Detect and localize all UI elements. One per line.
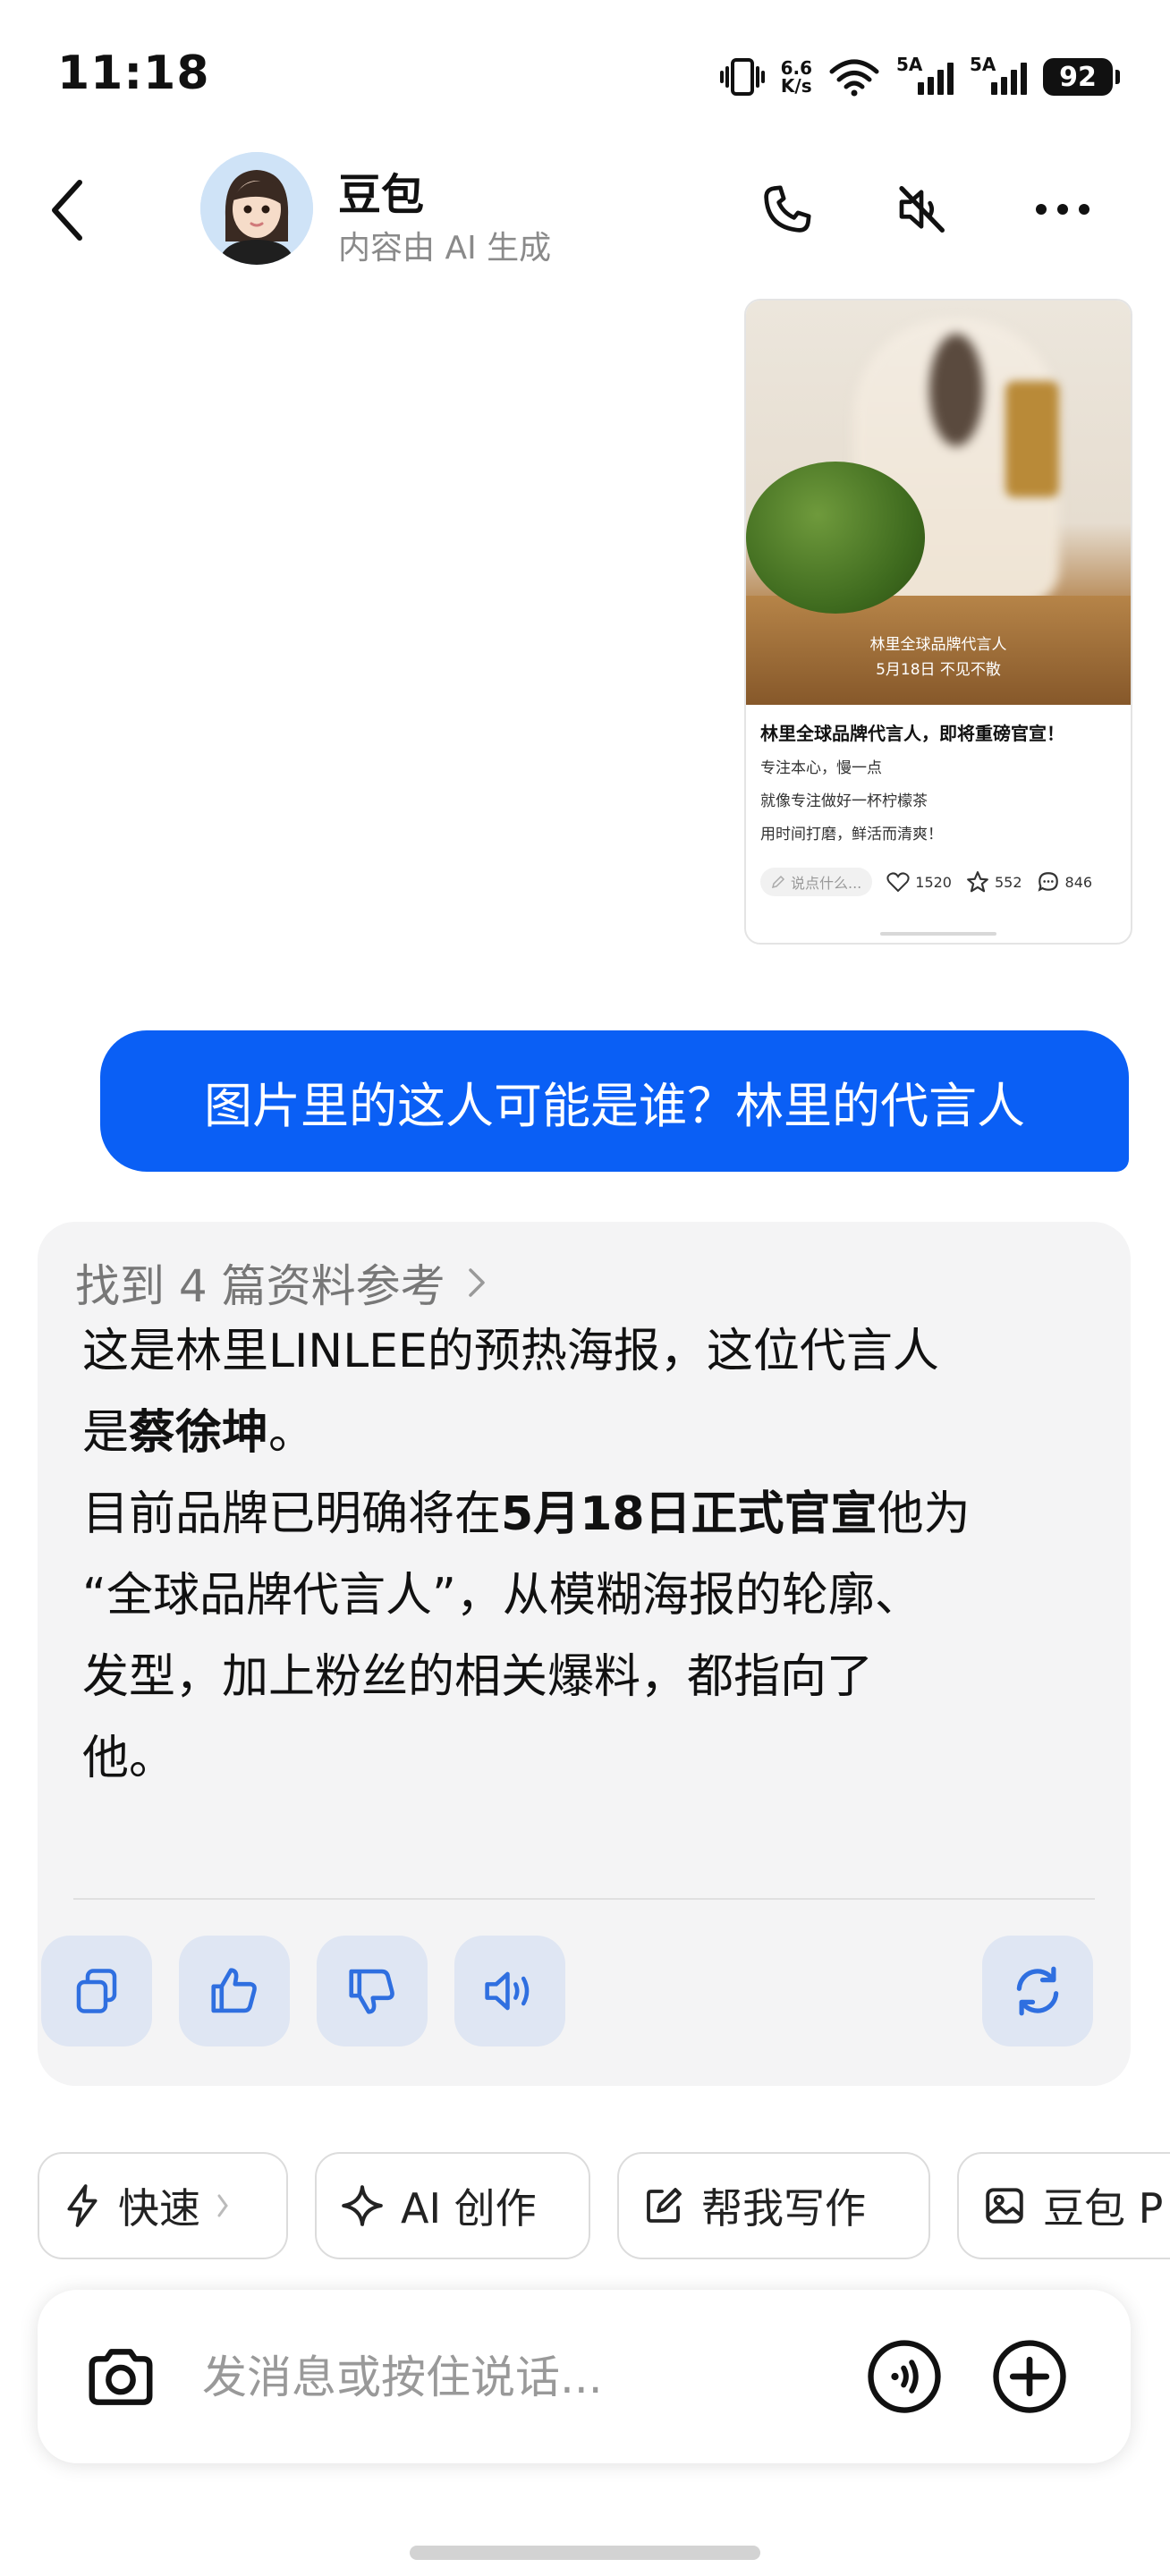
home-indicator[interactable] — [410, 2546, 760, 2560]
edit-icon — [647, 2188, 682, 2223]
chip-help-write[interactable]: 帮我写作 — [617, 2152, 930, 2259]
back-icon — [52, 180, 82, 241]
response-line: “全球品牌代言人”，从模糊海报的轮廓、 — [82, 1569, 921, 1623]
post-line: 专注本心，慢一点 — [760, 759, 882, 777]
lightning-icon — [67, 2184, 98, 2227]
response-line: 发型，加上粉丝的相关爆料，都指向了 — [82, 1650, 874, 1704]
call-button[interactable] — [751, 174, 823, 245]
post-image[interactable]: 林里全球品牌代言人 5月18日 不见不散 — [746, 301, 1131, 705]
comment-icon — [1038, 872, 1058, 892]
avatar[interactable] — [200, 152, 313, 265]
mute-voice-button[interactable] — [886, 174, 957, 245]
camera-button[interactable] — [81, 2336, 161, 2417]
highlight-date: 5月18日正式官宣 — [501, 1487, 878, 1541]
user-message-text: 图片里的这人可能是谁？林里的代言人 — [204, 1077, 1025, 1134]
references-label: 找到 4 篇资料参考 — [75, 1260, 445, 1312]
bot-name: 豆包 — [338, 170, 425, 220]
mute-icon — [899, 186, 945, 233]
signal-icon: 5A — [970, 54, 1027, 95]
chip-quick-mode[interactable]: 快速 — [38, 2152, 288, 2259]
comment-button[interactable]: 846 — [1037, 870, 1092, 894]
chevron-right-icon — [217, 2194, 228, 2217]
post-body: 专注本心，慢一点 就像专注做好一杯柠檬茶 用时间打磨，鲜活而清爽！ — [760, 755, 1118, 843]
wifi-icon — [829, 59, 879, 97]
ai-response-card: 找到 4 篇资料参考 这是林里LINLEE的预热海报，这位代言人 是蔡徐坤。 目… — [38, 1222, 1131, 2086]
chevron-right-icon — [468, 1268, 485, 1297]
status-time: 11:18 — [57, 47, 210, 100]
divider — [73, 1898, 1095, 1900]
card-scroll-indicator — [880, 932, 996, 936]
voice-wave-icon — [868, 2340, 941, 2413]
back-button[interactable] — [36, 170, 98, 250]
post-line: 用时间打磨，鲜活而清爽！ — [760, 826, 943, 843]
battery-icon: 92 — [1043, 58, 1120, 96]
ai-generated-notice: 内容由 AI 生成 — [338, 230, 552, 267]
response-line: 是蔡徐坤。 — [82, 1406, 316, 1460]
pencil-icon — [771, 875, 785, 889]
signal-icon: 5A — [896, 54, 954, 95]
favorite-button[interactable]: 552 — [966, 870, 1022, 894]
vibrate-icon — [719, 58, 765, 96]
more-icon — [1036, 204, 1089, 215]
response-line: 目前品牌已明确将在5月18日正式官宣他为 — [82, 1487, 971, 1541]
post-title: 林里全球品牌代言人，即将重磅官宣！ — [760, 723, 1064, 744]
message-input[interactable] — [200, 2343, 848, 2411]
ai-response-text: 这是林里LINLEE的预热海报，这位代言人 是蔡徐坤。 目前品牌已明确将在5月1… — [82, 1311, 1093, 1800]
post-actions: 说点什么... 1520 552 846 — [760, 864, 1118, 900]
status-icons: 6.6 K/s 5A 5A 92 — [719, 52, 1120, 102]
sparkle-icon — [342, 2185, 383, 2226]
star-icon — [967, 871, 988, 893]
regenerate-icon — [1016, 1966, 1059, 2016]
chip-ai-create[interactable]: AI 创作 — [315, 2152, 590, 2259]
net-speed: 6.6 K/s — [780, 57, 812, 97]
copy-button[interactable] — [41, 1936, 152, 2046]
more-button[interactable] — [1027, 174, 1098, 245]
like-button[interactable]: 1520 — [886, 871, 952, 893]
image-icon — [986, 2188, 1023, 2224]
chip-doubao-photo[interactable]: 豆包 P — [957, 2152, 1170, 2259]
heart-icon — [886, 872, 910, 893]
image-caption-date: 5月18日 不见不散 — [876, 661, 1001, 679]
voice-call-button[interactable] — [864, 2336, 945, 2417]
thumbs-down-button[interactable] — [317, 1936, 428, 2046]
response-line: 这是林里LINLEE的预热海报，这位代言人 — [82, 1325, 939, 1378]
response-line: 他。 — [82, 1732, 176, 1785]
references-link[interactable]: 找到 4 篇资料参考 — [75, 1250, 487, 1315]
highlight-name: 蔡徐坤 — [129, 1406, 269, 1460]
avatar-image — [200, 152, 313, 265]
comment-input-chip[interactable]: 说点什么... — [760, 868, 873, 896]
thumbs-up-button[interactable] — [179, 1936, 290, 2046]
phone-icon — [764, 185, 811, 233]
battery-level: 92 — [1043, 58, 1113, 96]
camera-icon — [89, 2349, 153, 2405]
read-aloud-button[interactable] — [454, 1936, 565, 2046]
message-input-bar — [38, 2290, 1131, 2463]
thumbs-down-icon — [349, 1969, 394, 2014]
post-line: 就像专注做好一杯柠檬茶 — [760, 792, 928, 810]
user-message-bubble[interactable]: 图片里的这人可能是谁？林里的代言人 — [100, 1030, 1129, 1172]
copy-icon — [76, 1969, 117, 2013]
speaker-icon — [485, 1971, 530, 2011]
add-button[interactable] — [989, 2336, 1070, 2417]
regenerate-button[interactable] — [982, 1936, 1093, 2046]
plus-icon — [993, 2340, 1066, 2413]
image-caption: 林里全球品牌代言人 — [869, 636, 1007, 654]
thumbs-up-icon — [211, 1968, 257, 2013]
lemon-image — [746, 462, 925, 614]
shared-post-card[interactable]: 林里全球品牌代言人 5月18日 不见不散 林里全球品牌代言人，即将重磅官宣！ 专… — [744, 299, 1132, 945]
